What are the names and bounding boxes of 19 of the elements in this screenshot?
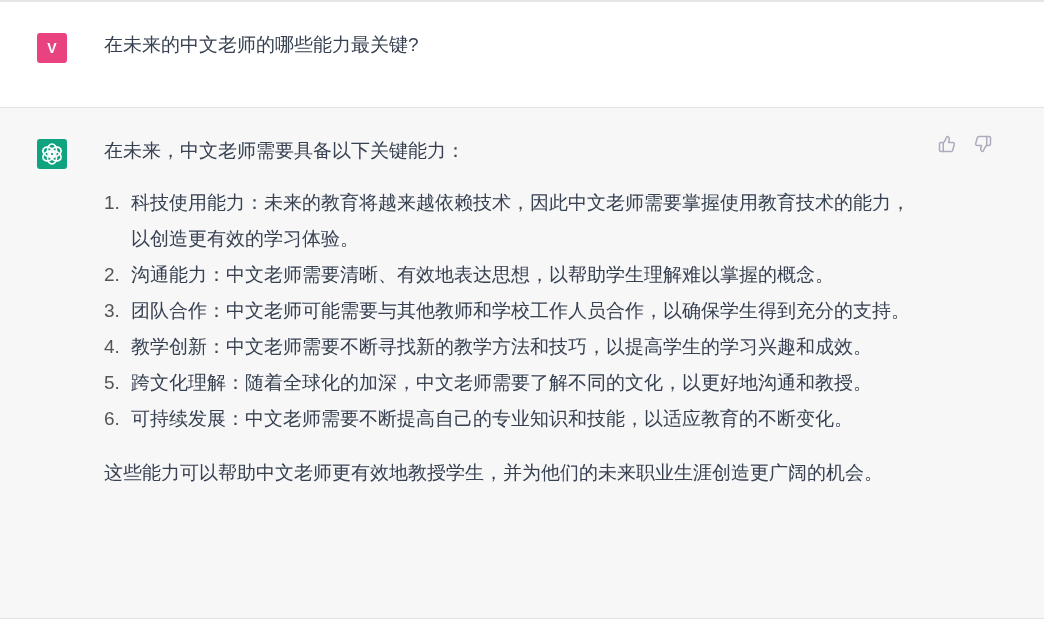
list-item-text: 沟通能力：中文老师需要清晰、有效地表达思想，以帮助学生理解难以掌握的概念。 <box>131 263 834 287</box>
answer-conclusion: 这些能力可以帮助中文老师更有效地教授学生，并为他们的未来职业生涯创造更广阔的机会。 <box>104 461 884 485</box>
answer-intro: 在未来，中文老师需要具备以下关键能力： <box>104 139 466 163</box>
list-item-text: 教学创新：中文老师需要不断寻找新的教学方法和技巧，以提高学生的学习兴趣和成效。 <box>131 335 872 359</box>
list-item-text: 跨文化理解：随着全球化的加深，中文老师需要了解不同的文化，以更好地沟通和教授。 <box>131 371 872 395</box>
list-number: 2. <box>104 263 121 287</box>
list-number: 3. <box>104 299 121 323</box>
list-number: 6. <box>104 407 121 431</box>
list-item-text: 科技使用能力：未来的教育将越来越依赖技术，因此中文老师需要掌握使用教育技术的能力，以创造更有效的学习体验。 <box>131 191 911 251</box>
list-item-text: 可持续发展：中文老师需要不断提高自己的专业知识和技能，以适应教育的不断变化。 <box>131 407 853 431</box>
list-item-text: 团队合作：中文老师可能需要与其他教师和学校工作人员合作，以确保学生得到充分的支持。 <box>131 299 910 323</box>
question-text: 在未来的中文老师的哪些能力最关键? <box>104 33 420 57</box>
thumbs-up-icon[interactable] <box>938 135 956 153</box>
knot-logo-icon <box>37 139 67 169</box>
user-avatar: V <box>37 33 67 63</box>
list-number: 5. <box>104 371 121 395</box>
thumbs-down-icon[interactable] <box>974 135 992 153</box>
list-number: 4. <box>104 335 121 359</box>
list-number: 1. <box>104 191 121 215</box>
